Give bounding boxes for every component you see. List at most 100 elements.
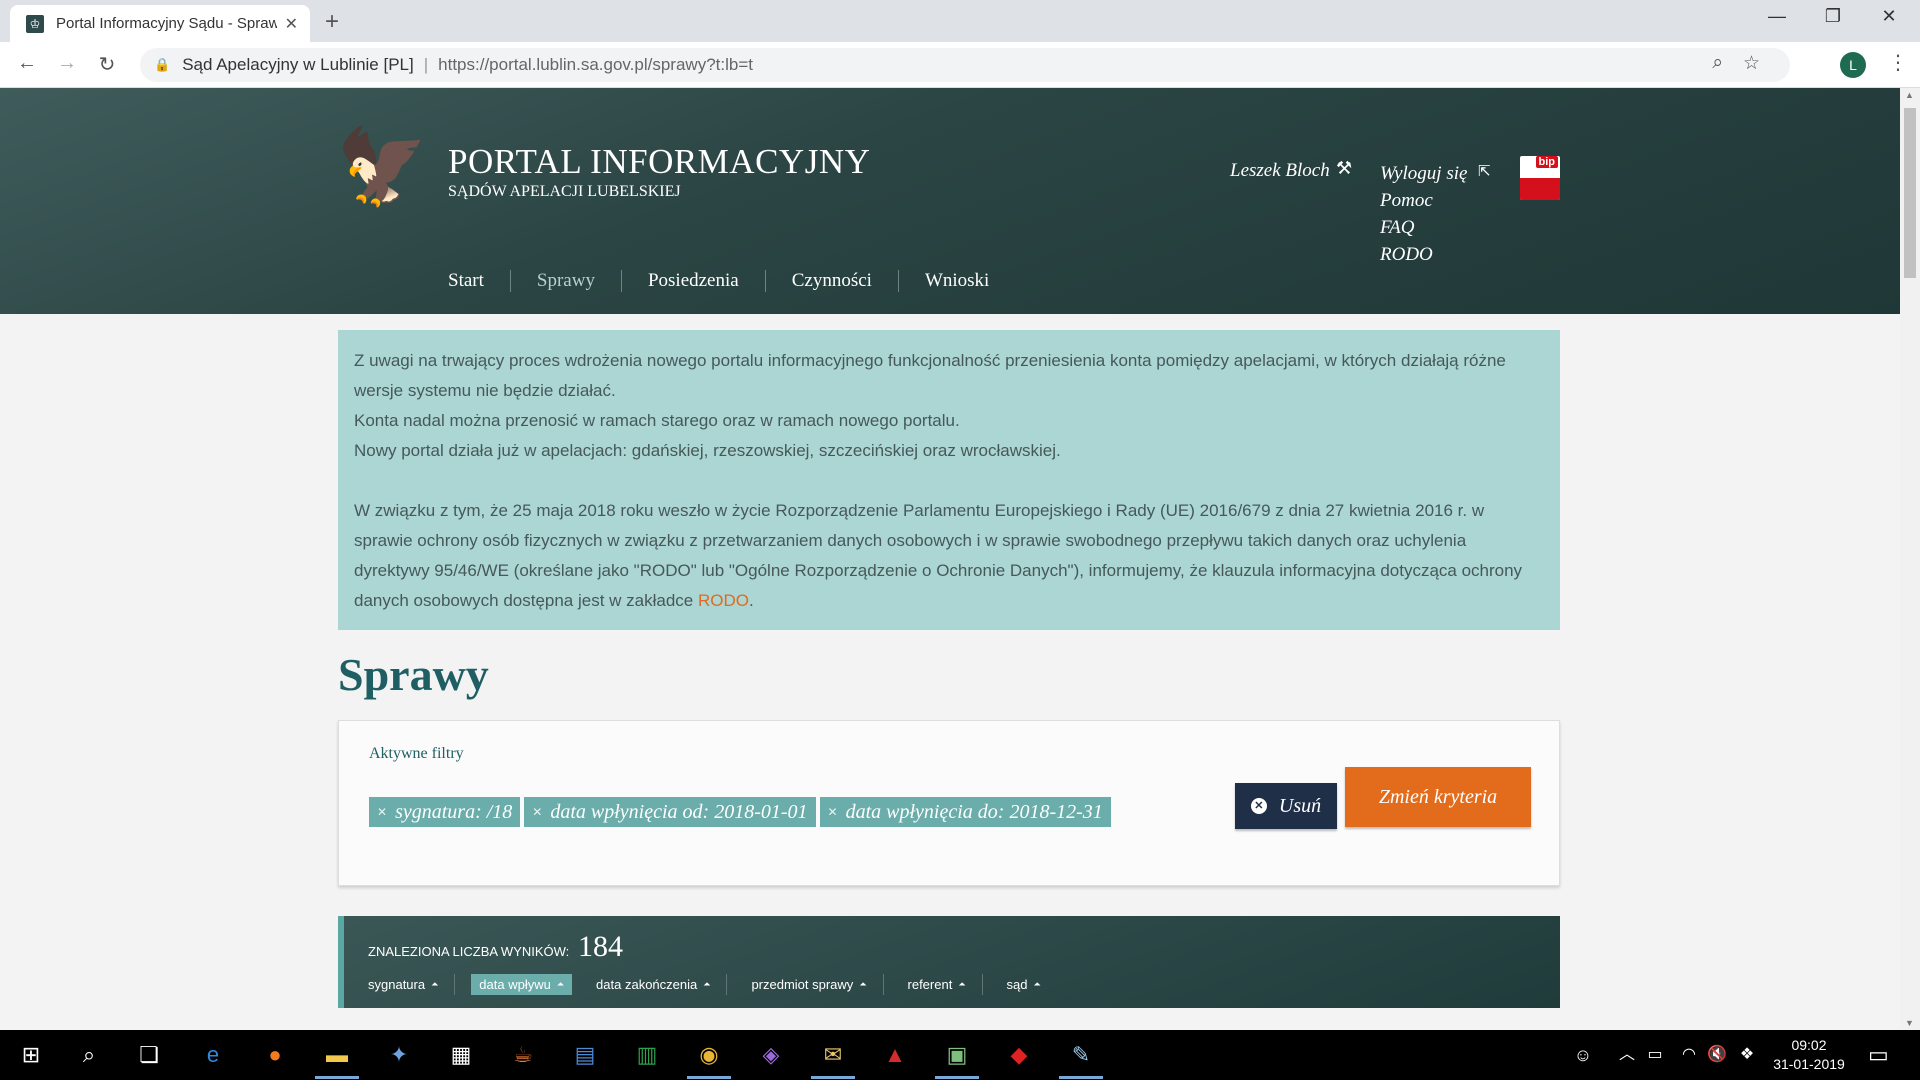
filter-chips: ✕ sygnatura: /18 ✕ data wpłynięcia od: 201… — [369, 797, 1111, 827]
url-text: https://portal.lublin.sa.gov.pl/sprawy?t… — [438, 55, 753, 74]
restore-icon[interactable]: ❐ — [1810, 6, 1856, 27]
info-notice: Z uwagi na trwający proces wdrożenia now… — [338, 330, 1560, 630]
sort-data-zakonczenia[interactable]: data zakończenia ⏶ — [588, 974, 728, 995]
remove-chip-icon[interactable]: ✕ — [828, 805, 838, 820]
active-app-indicator — [811, 1076, 855, 1079]
mail-app-icon[interactable]: ✉ — [816, 1038, 850, 1072]
action-center-icon[interactable]: ▭ — [1868, 1042, 1889, 1068]
spreadsheet-icon[interactable]: ▥ — [630, 1038, 664, 1072]
site-header: 🦅 PORTAL INFORMACYJNY SĄDÓW APELACJI LUB… — [0, 88, 1900, 314]
portal-title[interactable]: PORTAL INFORMACYJNY — [448, 142, 870, 182]
acrobat-icon[interactable]: ▲ — [878, 1038, 912, 1072]
tab-title: Portal Informacyjny Sądu - Spraw — [56, 15, 277, 32]
eagle-app-icon[interactable]: ✦ — [382, 1038, 416, 1072]
firefox-icon[interactable]: ● — [258, 1038, 292, 1072]
remove-chip-icon[interactable]: ✕ — [377, 805, 387, 820]
zoom-icon[interactable]: ⌕ — [1712, 52, 1723, 75]
document-app-icon[interactable]: ▤ — [568, 1038, 602, 1072]
edge-icon[interactable]: e — [196, 1038, 230, 1072]
remove-filters-button[interactable]: ✕ Usuń — [1235, 783, 1337, 829]
people-icon[interactable]: ☺ — [1566, 1038, 1600, 1072]
sort-przedmiot-sprawy[interactable]: przedmiot sprawy ⏶ — [743, 974, 884, 995]
user-links: Wyloguj się Pomoc FAQ RODO — [1380, 160, 1467, 268]
nav-sprawy[interactable]: Sprawy — [509, 270, 621, 292]
sort-sad[interactable]: sąd ⏶ — [999, 974, 1057, 995]
notice-paragraph: Nowy portal działa już w apelacjach: gda… — [354, 441, 1061, 460]
bip-flag — [1520, 178, 1560, 200]
filter-chip[interactable]: ✕ data wpłynięcia do: 2018-12-31 — [819, 797, 1111, 827]
browser-menu-icon[interactable]: ⋮ — [1888, 50, 1908, 75]
file-explorer-icon[interactable]: ▬ — [320, 1038, 354, 1072]
tools-icon[interactable]: ⚒ — [1336, 158, 1352, 179]
task-view-icon[interactable]: ❏ — [132, 1038, 166, 1072]
volume-muted-icon[interactable]: 🔇 — [1700, 1038, 1734, 1072]
filter-chip[interactable]: ✕ sygnatura: /18 — [369, 797, 521, 827]
battery-icon[interactable]: ▭ — [1638, 1038, 1672, 1072]
sort-label: sygnatura — [368, 977, 426, 992]
paint-app-icon[interactable]: ✎ — [1064, 1038, 1098, 1072]
browser-tab[interactable]: ♔ Portal Informacyjny Sądu - Spraw ✕ — [10, 5, 310, 42]
sort-label: data wpływu — [479, 977, 551, 992]
page-title: Sprawy — [338, 649, 489, 700]
close-tab-icon[interactable]: ✕ — [285, 14, 298, 34]
nav-posiedzenia[interactable]: Posiedzenia — [620, 270, 765, 292]
remove-chip-icon[interactable]: ✕ — [532, 805, 542, 820]
user-name-link[interactable]: Leszek Bloch — [1230, 160, 1330, 182]
system-clock[interactable]: 09:02 31-01-2019 — [1764, 1036, 1854, 1074]
notice-paragraph: Konta nadal można przenosić w ramach sta… — [354, 411, 960, 430]
windows-taskbar: ⊞ ⌕ ❏ e ● ▬ ✦ ▦ ☕ ▤ ▥ ◉ ◈ ✉ ▲ ▣ ◆ ✎ ☺ ︿ … — [0, 1030, 1920, 1080]
remote-desktop-icon[interactable]: ▣ — [940, 1038, 974, 1072]
minimize-icon[interactable]: — — [1754, 6, 1800, 27]
help-link[interactable]: Pomoc — [1380, 187, 1467, 214]
sort-arrow-icon: ⏶ — [703, 979, 711, 989]
filter-chip[interactable]: ✕ data wpłynięcia od: 2018-01-01 — [524, 797, 816, 827]
red-app-icon[interactable]: ◆ — [1002, 1038, 1036, 1072]
nav-czynnosci[interactable]: Czynności — [764, 270, 898, 292]
page-scrollbar[interactable]: ▲ ▼ — [1900, 88, 1920, 1030]
scroll-down-icon[interactable]: ▼ — [1905, 1018, 1914, 1028]
windows-start-icon[interactable]: ⊞ — [14, 1038, 48, 1072]
rodo-inline-link[interactable]: RODO — [698, 591, 749, 610]
filter-chip-label: sygnatura: /18 — [395, 800, 513, 823]
lock-icon: 🔒 — [154, 57, 171, 72]
rodo-link[interactable]: RODO — [1380, 241, 1467, 268]
dropbox-icon[interactable]: ❖ — [1730, 1038, 1764, 1072]
active-app-indicator — [1059, 1076, 1103, 1079]
nav-start[interactable]: Start — [448, 270, 510, 292]
forward-icon[interactable]: → — [52, 52, 82, 75]
results-count-label: ZNALEZIONA LICZBA WYNIKÓW: — [368, 944, 570, 959]
faq-link[interactable]: FAQ — [1380, 214, 1467, 241]
scroll-up-icon[interactable]: ▲ — [1905, 90, 1914, 100]
sort-referent[interactable]: referent ⏶ — [900, 974, 983, 995]
sort-label: sąd — [1006, 977, 1028, 992]
logout-link[interactable]: Wyloguj się — [1380, 160, 1467, 187]
new-tab-icon[interactable]: + — [325, 8, 339, 36]
sort-arrow-icon: ⏶ — [1033, 979, 1041, 989]
filter-chip-label: data wpłynięcia do: 2018-12-31 — [845, 800, 1103, 823]
java-icon[interactable]: ☕ — [506, 1038, 540, 1072]
change-criteria-button[interactable]: Zmień kryteria — [1345, 767, 1531, 827]
clock-date: 31-01-2019 — [1773, 1056, 1845, 1072]
active-filters-panel: Aktywne filtry ✕ sygnatura: /18 ✕ data wpł… — [338, 720, 1560, 886]
portal-subtitle: SĄDÓW APELACJI LUBELSKIEJ — [448, 183, 681, 200]
sort-sygnatura[interactable]: sygnatura ⏶ — [368, 974, 456, 995]
eagle-emblem-icon[interactable]: 🦅 — [336, 120, 428, 214]
search-icon[interactable]: ⌕ — [72, 1038, 106, 1072]
chrome-icon[interactable]: ◉ — [692, 1038, 726, 1072]
address-bar[interactable]: 🔒 Sąd Apelacyjny w Lublinie [PL] | https… — [140, 48, 1790, 82]
bip-logo[interactable]: bip — [1520, 156, 1560, 200]
bip-label: bip — [1535, 156, 1558, 168]
sort-arrow-icon: ⏶ — [556, 979, 565, 989]
network-app-icon[interactable]: ◈ — [754, 1038, 788, 1072]
back-icon[interactable]: ← — [12, 52, 42, 75]
sort-data-wplywu[interactable]: data wpływu ⏶ — [471, 974, 573, 995]
reload-icon[interactable]: ↻ — [92, 52, 122, 77]
store-icon[interactable]: ▦ — [444, 1038, 478, 1072]
clock-time: 09:02 — [1791, 1037, 1827, 1053]
scrollbar-thumb[interactable] — [1904, 108, 1916, 278]
bookmark-star-icon[interactable]: ☆ — [1743, 52, 1760, 75]
nav-wnioski[interactable]: Wnioski — [897, 270, 1015, 292]
profile-avatar[interactable]: L — [1840, 52, 1866, 78]
sort-bar: sygnatura ⏶ data wpływu ⏶ data zakończenia… — [368, 974, 1073, 995]
window-close-icon[interactable]: ✕ — [1866, 6, 1912, 27]
